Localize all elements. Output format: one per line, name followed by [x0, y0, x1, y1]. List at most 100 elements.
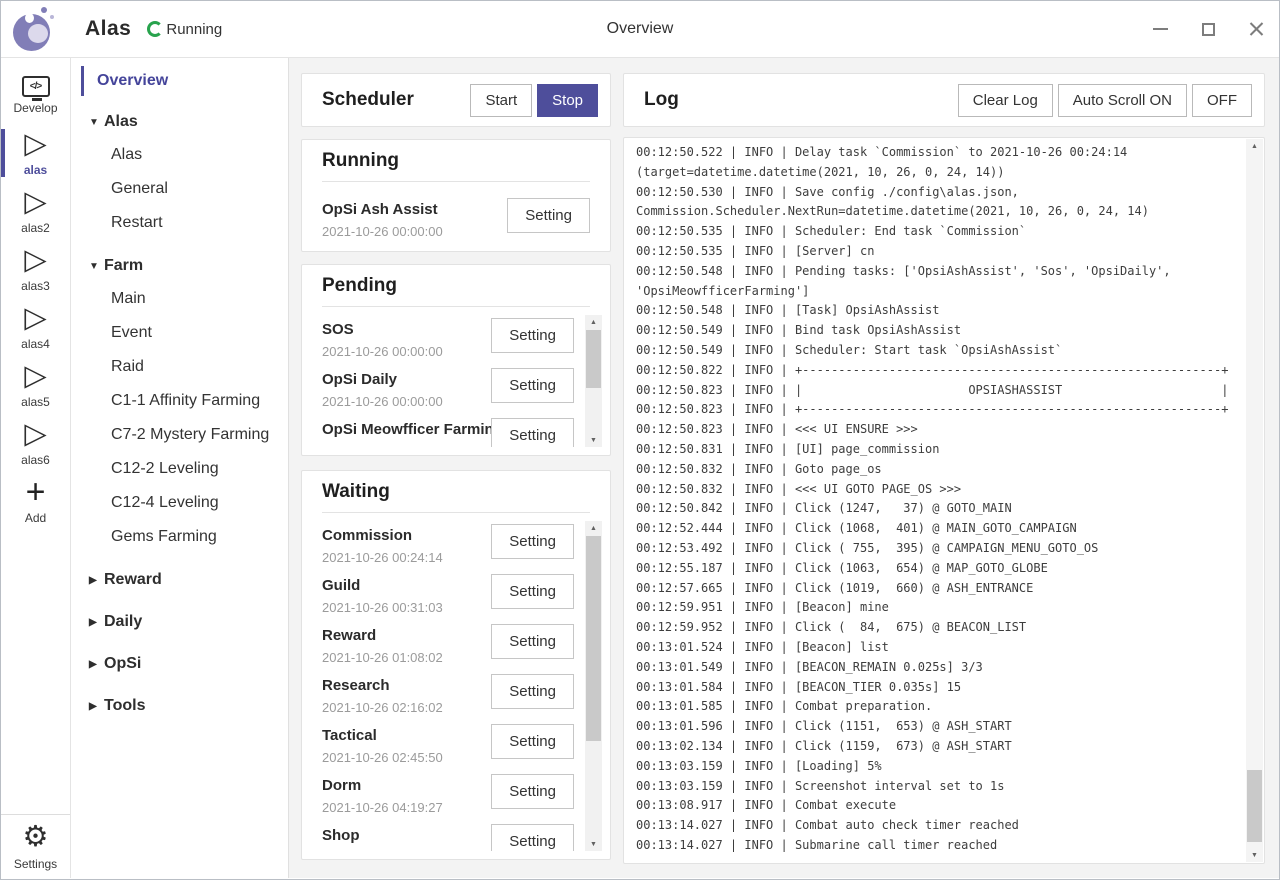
pending-title: Pending: [322, 275, 590, 307]
nav-item[interactable]: Restart: [71, 206, 288, 240]
nav-item-label: C7-2 Mystery Farming: [111, 426, 269, 444]
maximize-icon: [1202, 23, 1215, 36]
task-setting-button[interactable]: Setting: [491, 318, 574, 353]
log-lines: 00:12:50.522 | INFO | Delay task `Commis…: [636, 143, 1234, 856]
rail-item-icon: [22, 76, 50, 97]
minimize-button[interactable]: [1151, 20, 1169, 38]
nav-item[interactable]: General: [71, 172, 288, 206]
nav-item[interactable]: Alas: [71, 138, 288, 172]
task-name: Shop: [322, 826, 504, 846]
nav-item[interactable]: ▶ Tools: [71, 690, 288, 722]
app-window: Alas Running Overview Develop: [0, 0, 1280, 880]
nav-arrow-icon: ▼: [89, 117, 104, 128]
stop-button[interactable]: Stop: [537, 84, 598, 117]
log-line: 00:12:50.548 | INFO | [Task] OpsiAshAssi…: [636, 301, 1234, 321]
nav-item[interactable]: ▼ Farm: [71, 250, 288, 282]
scroll-down-icon[interactable]: [585, 433, 602, 447]
scroll-up-icon[interactable]: [585, 315, 602, 329]
log-column: Log Clear Log Auto Scroll ON OFF 00:12:5…: [623, 73, 1265, 864]
scheduler-status-label: Running: [166, 21, 222, 38]
log-line: 00:12:50.832 | INFO | Goto page_os: [636, 460, 1234, 480]
log-line: 00:12:55.187 | INFO | Click (1063, 654) …: [636, 559, 1234, 579]
rail-item[interactable]: alas5: [1, 356, 70, 414]
task-setting-button[interactable]: Setting: [491, 524, 574, 559]
maximize-button[interactable]: [1199, 20, 1217, 38]
task-setting-button[interactable]: Setting: [491, 774, 574, 809]
settings-button[interactable]: Settings: [1, 814, 70, 878]
rail-item-label: alas: [24, 163, 47, 177]
nav-item[interactable]: ▶ Reward: [71, 564, 288, 596]
scroll-up-icon[interactable]: [585, 521, 602, 535]
rail-item[interactable]: Add: [1, 472, 70, 530]
rail-spacer: [1, 530, 70, 814]
log-line: 00:12:50.549 | INFO | Bind task OpsiAshA…: [636, 321, 1234, 341]
task-setting-button[interactable]: Setting: [491, 824, 574, 851]
task-setting-button[interactable]: Setting: [491, 624, 574, 659]
rail-item[interactable]: alas: [1, 124, 70, 182]
auto-scroll-off-button[interactable]: OFF: [1192, 84, 1252, 117]
scrollbar-thumb[interactable]: [586, 330, 601, 388]
waiting-task-list: Commission 2021-10-26 00:24:14 Setting G…: [302, 513, 610, 851]
pending-scrollbar[interactable]: [585, 315, 602, 447]
task-setting-button[interactable]: Setting: [491, 418, 574, 447]
scrollbar-thumb[interactable]: [586, 536, 601, 741]
task-setting-button[interactable]: Setting: [491, 674, 574, 709]
task-row: OpSi Meowfficer Farming Setting: [322, 413, 610, 447]
task-setting-button[interactable]: Setting: [491, 724, 574, 759]
scroll-down-icon[interactable]: [1246, 848, 1263, 862]
task-setting-button[interactable]: Setting: [491, 368, 574, 403]
scrollbar-thumb[interactable]: [1247, 770, 1262, 842]
waiting-panel: Waiting Commission 2021-10-26 00:24:14 S…: [301, 470, 611, 860]
nav-item[interactable]: Event: [71, 316, 288, 350]
nav-item-label: Alas: [104, 113, 138, 131]
task-setting-button[interactable]: Setting: [491, 574, 574, 609]
nav-item-label: Daily: [104, 613, 142, 631]
close-button[interactable]: [1247, 20, 1265, 38]
nav-item[interactable]: Overview: [81, 66, 288, 96]
nav-item[interactable]: C7-2 Mystery Farming: [71, 418, 288, 452]
log-line: 00:13:01.524 | INFO | [Beacon] list: [636, 638, 1234, 658]
task-row: SOS 2021-10-26 00:00:00 Setting: [322, 313, 610, 363]
nav-item[interactable]: C1-1 Affinity Farming: [71, 384, 288, 418]
log-scrollbar[interactable]: [1246, 139, 1263, 862]
log-output[interactable]: 00:12:50.522 | INFO | Delay task `Commis…: [623, 137, 1265, 864]
nav-item-label: OpSi: [104, 655, 141, 673]
log-line: 00:12:50.822 | INFO | +-----------------…: [636, 361, 1234, 381]
nav-item[interactable]: ▶ OpSi: [71, 648, 288, 680]
task-row: Dorm 2021-10-26 04:19:27 Setting: [322, 769, 610, 819]
gear-icon: [23, 823, 49, 853]
task-row: Reward 2021-10-26 01:08:02 Setting: [322, 619, 610, 669]
rail-item[interactable]: alas6: [1, 414, 70, 472]
rail-item[interactable]: Develop: [1, 66, 70, 124]
nav-item[interactable]: C12-4 Leveling: [71, 486, 288, 520]
log-line: (target=datetime.datetime(2021, 10, 26, …: [636, 163, 1234, 183]
nav-item[interactable]: Raid: [71, 350, 288, 384]
nav-item[interactable]: Main: [71, 282, 288, 316]
running-title: Running: [322, 150, 590, 182]
start-button[interactable]: Start: [470, 84, 532, 117]
waiting-scrollbar[interactable]: [585, 521, 602, 851]
task-name: Commission: [322, 526, 504, 546]
scroll-down-icon[interactable]: [585, 837, 602, 851]
log-line: 00:13:01.584 | INFO | [BEACON_TIER 0.035…: [636, 678, 1234, 698]
clear-log-button[interactable]: Clear Log: [958, 84, 1053, 117]
log-line: 00:13:03.159 | INFO | Screenshot interva…: [636, 777, 1234, 797]
nav-item[interactable]: ▶ Daily: [71, 606, 288, 638]
scroll-up-icon[interactable]: [1246, 139, 1263, 153]
nav-item[interactable]: Gems Farming: [71, 520, 288, 554]
rail-item[interactable]: alas4: [1, 298, 70, 356]
log-line: 00:13:14.027 | INFO | Combat auto check …: [636, 816, 1234, 836]
settings-label: Settings: [14, 857, 57, 871]
nav-item-label: Tools: [104, 697, 145, 715]
auto-scroll-on-button[interactable]: Auto Scroll ON: [1058, 84, 1187, 117]
nav-item-label: Overview: [97, 72, 168, 90]
log-line: 00:13:01.596 | INFO | Click (1151, 653) …: [636, 717, 1234, 737]
nav-item[interactable]: ▼ Alas: [71, 106, 288, 138]
rail-item[interactable]: alas3: [1, 240, 70, 298]
rail-item-label: alas5: [21, 395, 50, 409]
main-layout: Develop alas alas2 alas3: [1, 58, 1279, 878]
app-logo-icon: [11, 5, 55, 53]
nav-item[interactable]: C12-2 Leveling: [71, 452, 288, 486]
rail-item[interactable]: alas2: [1, 182, 70, 240]
task-setting-button[interactable]: Setting: [507, 198, 590, 233]
